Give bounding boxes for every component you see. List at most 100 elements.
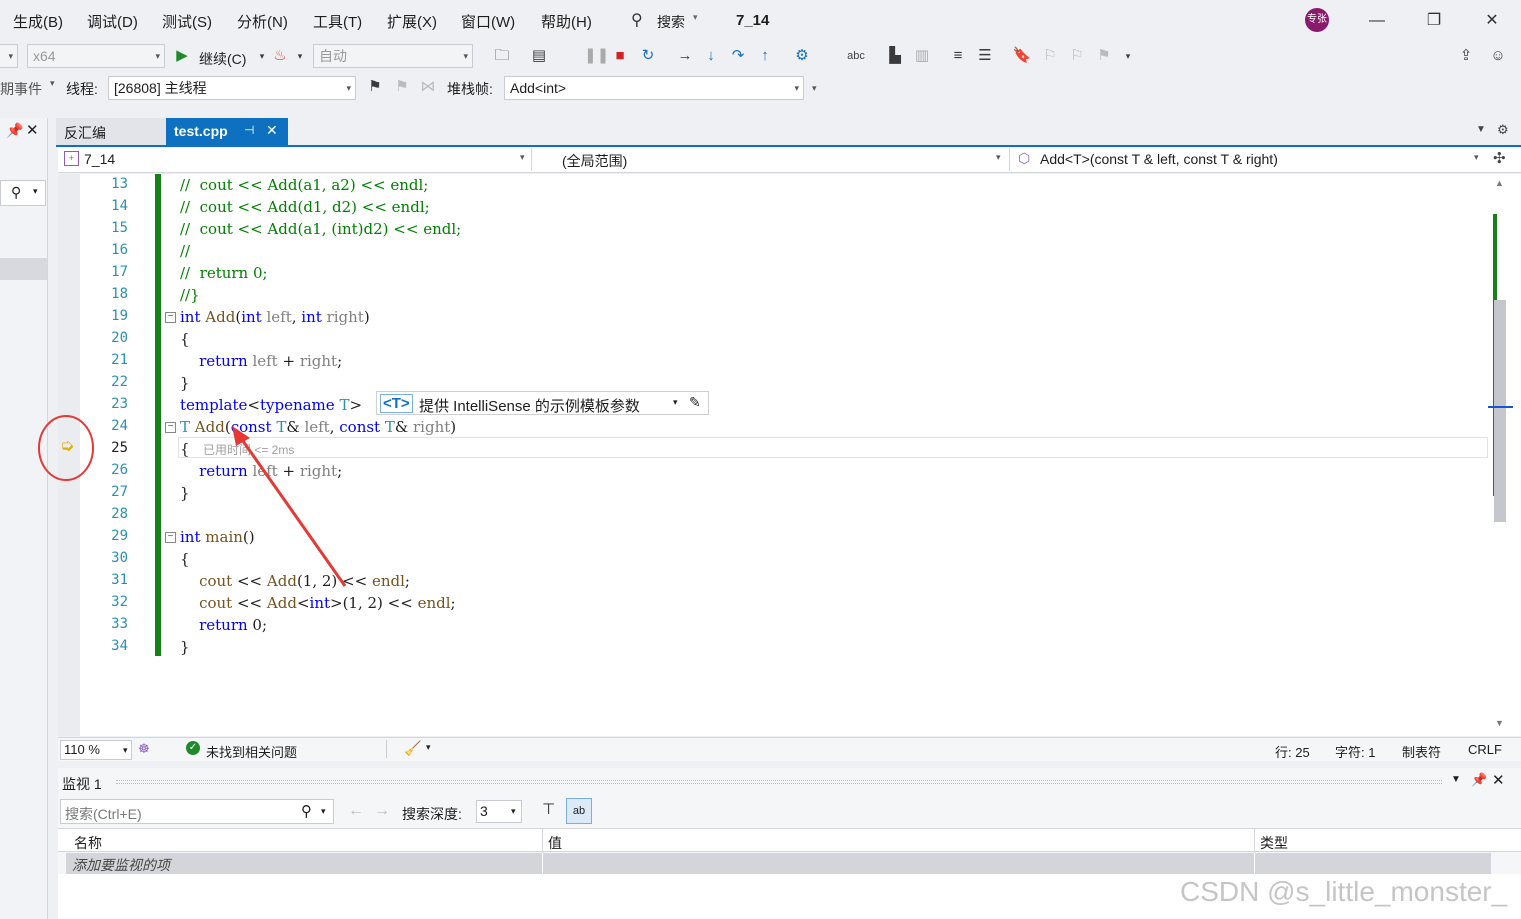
line-number[interactable]: 20 [88, 330, 128, 346]
code-line[interactable]: } [180, 638, 190, 656]
code-line[interactable]: return left + right; [180, 352, 342, 370]
line-indicator[interactable]: 行: 25 [1275, 742, 1310, 761]
edit-pencil-icon[interactable]: ✎ [689, 394, 701, 411]
clear-bookmarks-icon[interactable]: ⚑ [1094, 46, 1114, 66]
line-number[interactable]: 28 [88, 506, 128, 522]
pin-icon[interactable]: ⊣ [244, 123, 254, 137]
pin-icon[interactable]: 📌 [1471, 772, 1487, 788]
line-number[interactable]: 23 [88, 396, 128, 412]
search-box[interactable]: ⚲ 搜索 ▾ [625, 8, 705, 34]
col-divider[interactable] [1254, 829, 1255, 853]
scroll-up-icon[interactable]: ▲ [1495, 178, 1504, 188]
chevron-down-icon[interactable]: ▾ [290, 46, 310, 66]
thread-filter-icon[interactable]: ⋈ [418, 77, 438, 97]
prev-bookmark-icon[interactable]: ⚐ [1040, 46, 1060, 66]
template-intellisense-bar[interactable]: <T> 提供 IntelliSense 的示例模板参数 ▾ ✎ [376, 391, 709, 415]
code-line[interactable]: { [180, 330, 190, 348]
bookmark-icon[interactable]: 🔖 [1012, 46, 1032, 66]
close-icon[interactable]: ✕ [1492, 771, 1505, 789]
chevron-down-icon[interactable]: ▾ [673, 397, 678, 408]
comment-icon[interactable]: ▙ [885, 46, 905, 66]
thread-combo[interactable]: [26808] 主线程 ▾ [108, 76, 356, 100]
line-number[interactable]: 33 [88, 616, 128, 632]
col-type-header[interactable]: 类型 [1260, 833, 1288, 853]
code-line[interactable]: } [180, 374, 190, 392]
close-icon[interactable]: ✕ [26, 121, 39, 139]
minimize-button[interactable]: — [1357, 8, 1397, 34]
auto-combo[interactable]: 自动 ▾ [313, 44, 473, 68]
avatar[interactable]: 专张 [1305, 8, 1329, 32]
restart-icon[interactable]: ↻ [638, 46, 658, 66]
col-divider[interactable] [542, 829, 543, 853]
collapse-toggle-icon[interactable]: − [165, 422, 176, 433]
chevron-down-icon[interactable]: ▾ [812, 83, 817, 94]
config-combo[interactable]: ▾ [0, 44, 18, 68]
line-number[interactable]: 29 [88, 528, 128, 544]
tab-test-cpp[interactable]: test.cpp ⊣ ✕ [166, 118, 288, 146]
line-number[interactable]: 16 [88, 242, 128, 258]
line-number[interactable]: 14 [88, 198, 128, 214]
tab-disassembly[interactable]: 反汇编 [56, 118, 166, 146]
forward-arrow-icon[interactable]: → [374, 802, 390, 820]
line-number[interactable]: 21 [88, 352, 128, 368]
code-editor[interactable]: 13 // cout << Add(a1, a2) << endl; 14 // co… [38, 174, 1521, 736]
code-line[interactable]: } [180, 484, 190, 502]
menu-test[interactable]: 测试(S) [162, 11, 212, 32]
close-tab-icon[interactable]: ✕ [266, 122, 278, 139]
copilot-icon[interactable]: ☸ [138, 741, 150, 757]
close-window-button[interactable]: ✕ [1472, 8, 1512, 34]
code-line[interactable]: // [180, 242, 190, 260]
issues-text[interactable]: 未找到相关问题 [206, 742, 297, 761]
code-line[interactable]: // cout << Add(a1, a2) << endl; [180, 176, 428, 194]
broom-icon[interactable]: 🧹 [404, 740, 421, 757]
chevron-down-icon[interactable]: ▾ [426, 742, 431, 753]
zoom-combo[interactable]: 110 % ▾ [60, 740, 132, 760]
events-label[interactable]: 期事件 [0, 79, 42, 99]
vertical-scrollbar[interactable]: ▲ ▼ [1488, 174, 1521, 736]
code-line[interactable]: // cout << Add(d1, d2) << endl; [180, 198, 430, 216]
folder-icon[interactable]: 🗀 [492, 46, 512, 66]
scroll-down-icon[interactable]: ▼ [1495, 718, 1504, 728]
code-line[interactable]: cout << Add<int>(1, 2) << endl; [180, 594, 456, 612]
chevron-down-icon[interactable]: ▾ [50, 78, 55, 89]
panel-selected-item[interactable] [0, 258, 47, 280]
code-line[interactable]: // return 0; [180, 264, 268, 282]
line-number[interactable]: 17 [88, 264, 128, 280]
eol-indicator[interactable]: CRLF [1468, 742, 1502, 757]
char-indicator[interactable]: 字符: 1 [1335, 742, 1375, 761]
code-line[interactable]: int Add(int left, int right) [180, 308, 370, 326]
watch-search-box[interactable]: 搜索(Ctrl+E) ⚲ ▾ [60, 799, 334, 824]
flag-icon[interactable]: ⚑ [365, 77, 385, 97]
step-over-icon[interactable]: ↷ [728, 46, 748, 66]
uncomment-icon[interactable]: ▥ [912, 46, 932, 66]
line-number[interactable]: 34 [88, 638, 128, 654]
member-combo[interactable]: ⬡ Add<T>(const T & left, const T & right… [1014, 148, 1488, 171]
line-number[interactable]: 13 [88, 176, 128, 192]
pin-watch-icon[interactable]: ⊤ [542, 800, 555, 818]
menu-build[interactable]: 生成(B) [13, 11, 63, 32]
line-number[interactable]: 19 [88, 308, 128, 324]
flag-threads-icon[interactable]: ⚑ [392, 77, 412, 97]
menu-analyze[interactable]: 分析(N) [237, 11, 288, 32]
view-format-icon[interactable]: ab [566, 798, 592, 824]
pin-icon[interactable]: 📌 [6, 122, 23, 139]
spell-check-icon[interactable]: abc [846, 46, 866, 66]
split-editor-icon[interactable]: ✣ [1493, 149, 1506, 167]
project-combo[interactable]: + 7_14 ▾ [60, 148, 532, 171]
share-icon[interactable]: ⇪ [1456, 46, 1476, 66]
panel-search-box[interactable]: ⚲ ▾ [0, 180, 46, 206]
line-number[interactable]: 30 [88, 550, 128, 566]
line-number[interactable]: 31 [88, 572, 128, 588]
indent-icon[interactable]: ≡ [948, 46, 968, 66]
add-watch-row[interactable]: 添加要监视的项 [66, 853, 1491, 874]
tabs-indicator[interactable]: 制表符 [1402, 742, 1441, 761]
stackframe-combo[interactable]: Add<int> ▾ [504, 76, 804, 100]
scroll-thumb[interactable] [1494, 300, 1506, 522]
line-number[interactable]: 15 [88, 220, 128, 236]
menu-tools[interactable]: 工具(T) [313, 11, 362, 32]
add-watch-text[interactable]: 添加要监视的项 [72, 855, 170, 875]
collapse-toggle-icon[interactable]: − [165, 312, 176, 323]
hot-reload-icon[interactable]: ♨ [270, 46, 290, 66]
continue-button[interactable]: 继续(C) [199, 49, 246, 69]
platform-combo[interactable]: x64 ▾ [27, 44, 165, 68]
